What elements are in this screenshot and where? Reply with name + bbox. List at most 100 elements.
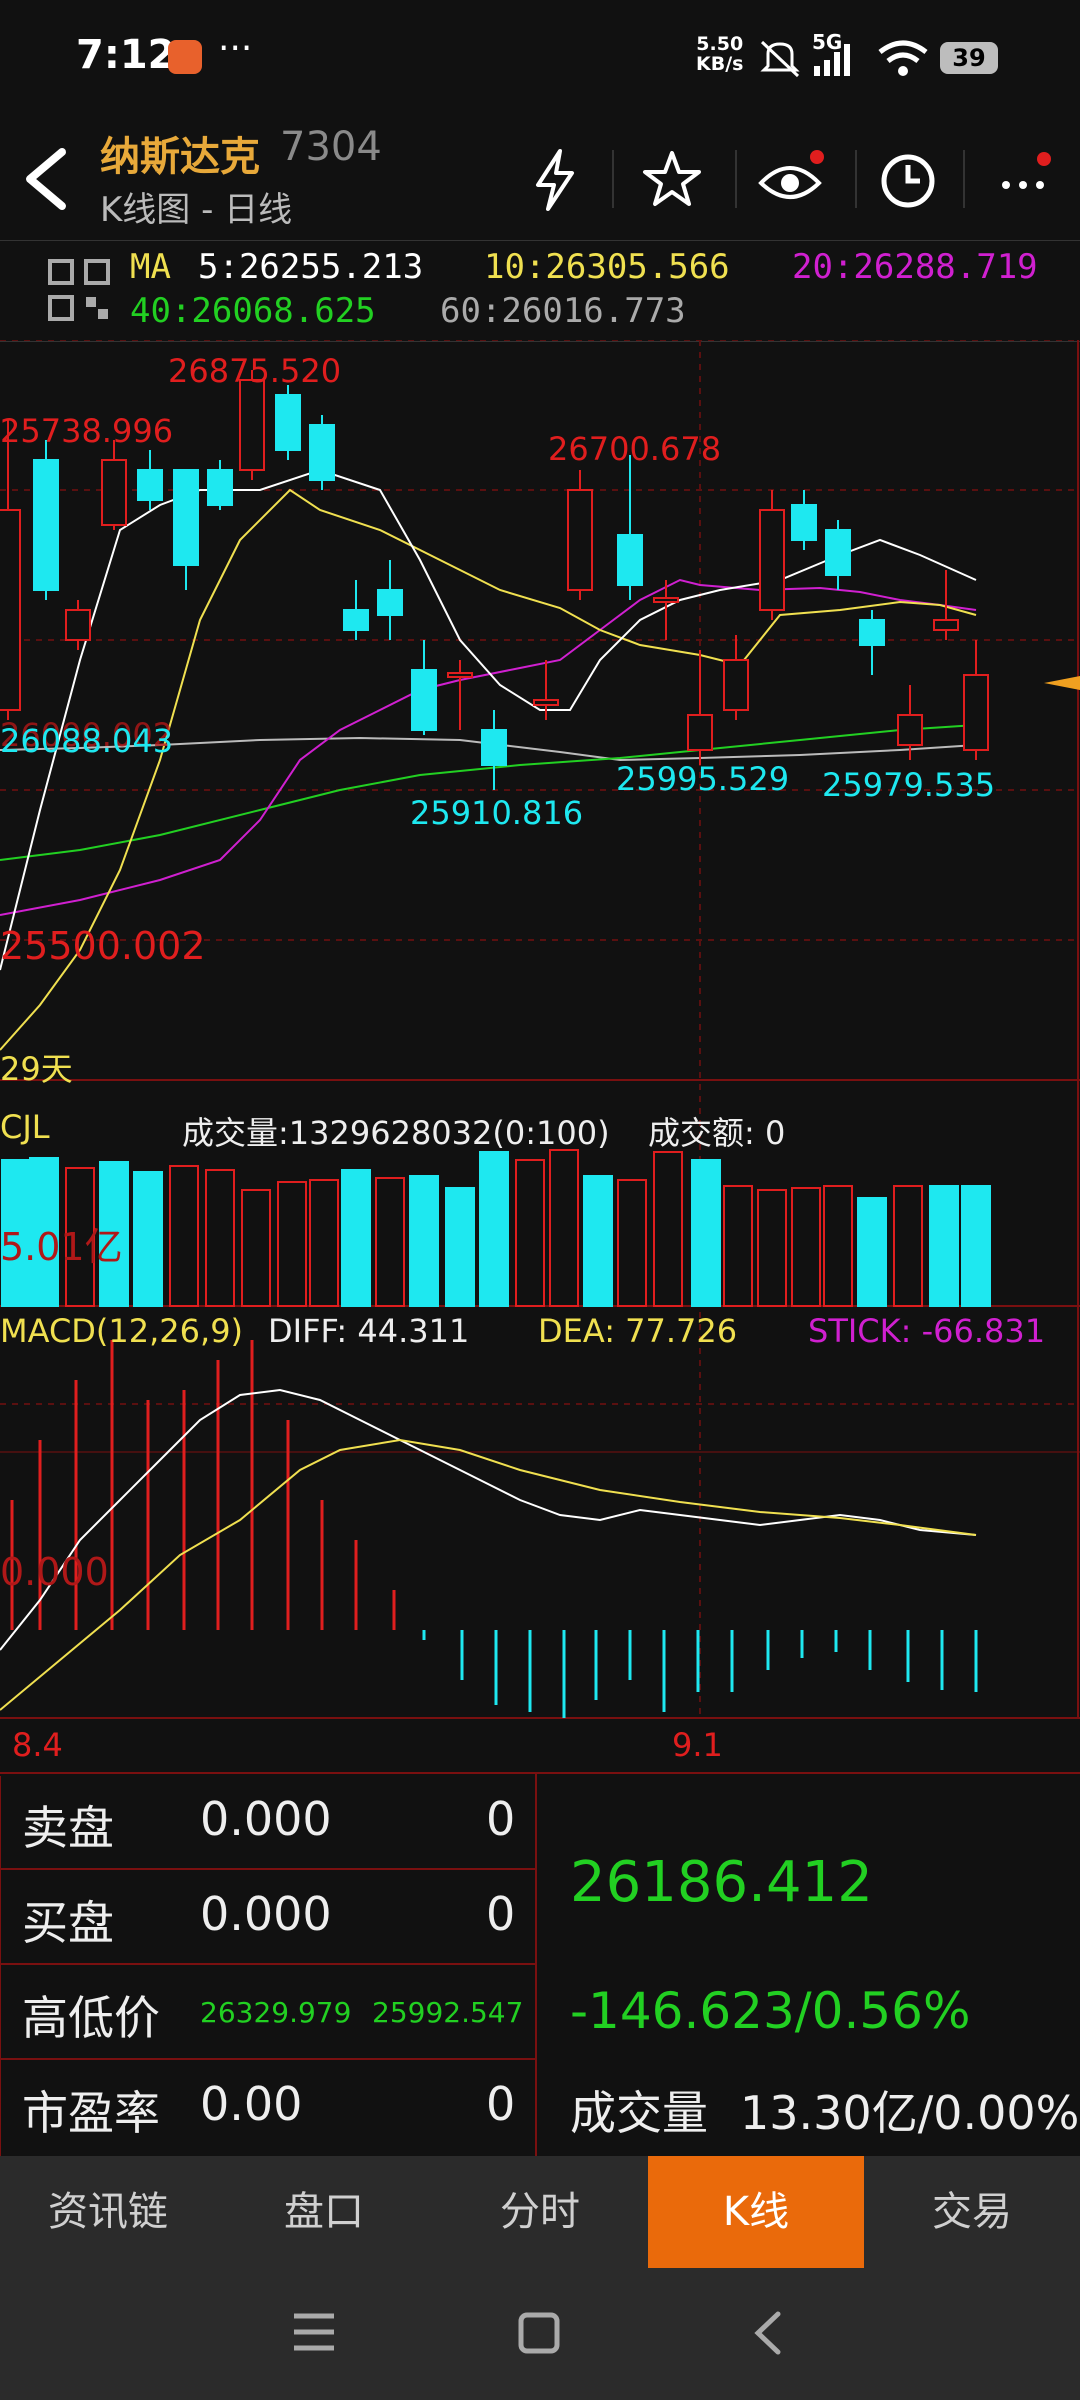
- wifi-icon: [878, 40, 928, 76]
- last-price: 26186.412: [570, 1850, 873, 1915]
- tab-news-chain[interactable]: 资讯链: [0, 2156, 216, 2268]
- volume-bars: [1, 1149, 991, 1307]
- ma20-value: 20:26288.719: [792, 247, 1038, 287]
- volume-text: 成交量:1329628032(0:100): [182, 1114, 610, 1152]
- candle-body: [567, 489, 593, 591]
- menu-icon[interactable]: [292, 2312, 336, 2352]
- volume-bar: [823, 1185, 853, 1307]
- candle-body: [687, 714, 713, 751]
- chart-subtitle: K线图 - 日线: [100, 190, 293, 230]
- candle-body: [447, 672, 473, 678]
- candle-body: [377, 589, 403, 616]
- volume-bar: [617, 1179, 647, 1307]
- more-notifications-icon: ···: [218, 28, 253, 69]
- candle-body: [33, 459, 59, 591]
- price-low3-label: 25979.535: [822, 766, 996, 804]
- ma60-value: 60:26016.773: [440, 291, 686, 331]
- home-icon[interactable]: [518, 2312, 560, 2354]
- tab-order-book[interactable]: 盘口: [216, 2156, 432, 2268]
- network-speed: 5.50 KB/s: [696, 33, 744, 75]
- volume-bar: [341, 1169, 371, 1307]
- volume-bar: [241, 1189, 271, 1307]
- candle-body: [653, 597, 679, 603]
- stock-code: 7304: [280, 124, 382, 170]
- low-price: 25992.547: [372, 1996, 524, 2029]
- volume-bar: [929, 1185, 959, 1307]
- system-navigation-bar: [0, 2268, 1080, 2400]
- mute-icon: [760, 40, 800, 78]
- days-label: 29天: [0, 1050, 73, 1088]
- volume-bar: [893, 1185, 923, 1307]
- volume-bar: [479, 1151, 509, 1307]
- ma10-value: 10:26305.566: [484, 247, 730, 287]
- candle-body: [825, 529, 851, 576]
- tab-kline[interactable]: K线: [648, 2156, 864, 2268]
- kline-chart[interactable]: [0, 340, 1080, 1772]
- volume-bar: [409, 1175, 439, 1307]
- volume-bar: [857, 1197, 887, 1307]
- candle-body: [137, 469, 163, 501]
- tab-trade[interactable]: 交易: [864, 2156, 1080, 2268]
- hilo-label: 高低价: [22, 1991, 160, 2045]
- price-mid-high-label: 26700.678: [548, 430, 722, 468]
- history-clock-icon[interactable]: [873, 145, 943, 215]
- status-bar: 7:12 ··· 5.50 KB/s 5G 39: [0, 0, 1080, 118]
- volume-bar: [515, 1159, 545, 1307]
- price-left-high-label: 25738.996: [0, 412, 174, 450]
- volume-bar: [791, 1187, 821, 1307]
- volume-bar: [549, 1149, 579, 1307]
- macd-stick-value: STICK: -66.831: [808, 1312, 1046, 1350]
- amount-text: 成交额: 0: [648, 1114, 786, 1152]
- back-nav-icon[interactable]: [752, 2310, 784, 2356]
- candle-body: [933, 619, 959, 631]
- lightning-icon[interactable]: [520, 145, 590, 215]
- pe-volume: 0: [486, 2077, 516, 2131]
- stock-name: 纳斯达克: [100, 134, 260, 180]
- macd-label: MACD(12,26,9): [0, 1312, 244, 1350]
- macd-dea-value: DEA: 77.726: [538, 1312, 738, 1350]
- turnover-label: 成交量: [570, 2086, 708, 2140]
- sell-price: 0.000: [200, 1792, 332, 1846]
- signal-icon: [814, 44, 850, 76]
- divider: [855, 150, 857, 208]
- candle-body: [275, 394, 301, 451]
- sell-label: 卖盘: [22, 1801, 114, 1855]
- volume-bar: [445, 1187, 475, 1307]
- candle-body: [723, 659, 749, 711]
- battery-icon: 39: [940, 42, 998, 74]
- turnover-value: 13.30亿/0.00%: [740, 2086, 1080, 2140]
- buy-price: 0.000: [200, 1887, 332, 1941]
- candle-body: [617, 534, 643, 586]
- candle-body: [239, 379, 265, 471]
- volume-bar: [653, 1151, 683, 1307]
- ma-label: MA: [130, 247, 171, 287]
- buy-label: 买盘: [22, 1896, 114, 1950]
- eye-icon[interactable]: [755, 145, 825, 215]
- volume-bar: [723, 1185, 753, 1307]
- divider: [735, 150, 737, 208]
- macd-diff-value: DIFF: 44.311: [268, 1312, 470, 1350]
- high-price: 26329.979: [200, 1996, 352, 2029]
- candle-body: [101, 459, 127, 526]
- tab-intraday[interactable]: 分时: [432, 2156, 648, 2268]
- volume-bar: [309, 1179, 339, 1307]
- divider: [612, 150, 614, 208]
- pe-value: 0.00: [200, 2077, 303, 2131]
- more-icon[interactable]: [988, 145, 1058, 215]
- candle-body: [791, 504, 817, 541]
- volume-indicator-label: CJL: [0, 1108, 50, 1146]
- price-high-label: 26875.520: [168, 352, 342, 390]
- status-time: 7:12: [76, 32, 176, 78]
- volume-bar: [205, 1169, 235, 1307]
- app-notification-icon: [168, 40, 202, 74]
- date-label-mid: 9.1: [672, 1726, 723, 1764]
- ma5-value: 5:26255.213: [198, 247, 424, 287]
- back-icon[interactable]: [18, 146, 78, 212]
- candle-body: [533, 699, 559, 706]
- star-icon[interactable]: [637, 145, 707, 215]
- price-change: -146.623/0.56%: [570, 1982, 971, 2040]
- candle-body: [207, 469, 233, 506]
- chart-settings-icon[interactable]: [48, 259, 110, 321]
- macd-diff-line: [0, 1388, 977, 1651]
- candle-body: [0, 509, 21, 711]
